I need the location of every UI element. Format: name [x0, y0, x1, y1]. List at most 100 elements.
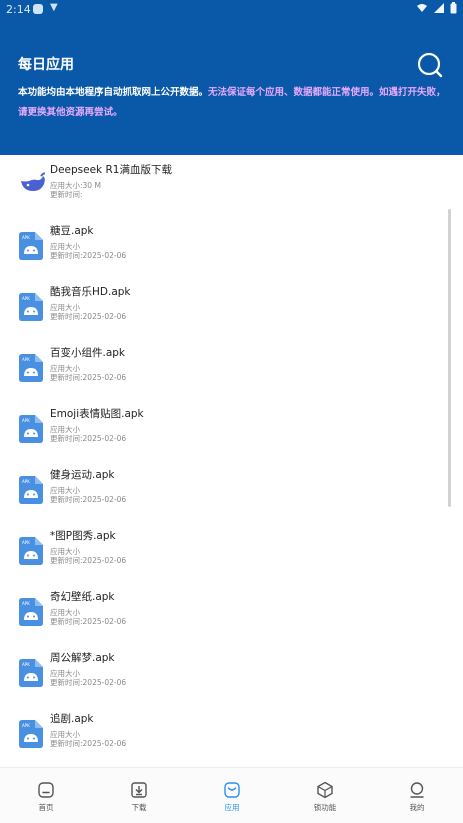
system-icons [416, 2, 457, 14]
list-item[interactable]: APK 周公解梦.apk 应用大小 更新时间:2025-02-06 [0, 643, 463, 704]
app-update-time: 更新时间: [50, 189, 83, 200]
app-name: 周公解梦.apk [50, 652, 115, 664]
list-item[interactable]: APK 健身运动.apk 应用大小 更新时间:2025-02-06 [0, 460, 463, 521]
list-item[interactable]: APK *图P图秀.apk 应用大小 更新时间:2025-02-06 [0, 521, 463, 582]
nav-label: 首页 [38, 803, 54, 812]
apk-android-icon: APK [19, 476, 43, 504]
list-item[interactable]: APK Emoji表情贴图.apk 应用大小 更新时间:2025-02-06 [0, 399, 463, 460]
app-date-label: 更新时间: [50, 556, 83, 565]
search-button[interactable] [417, 52, 443, 78]
whale-logo-icon [21, 172, 45, 191]
svg-text:APK: APK [22, 235, 30, 240]
nav-item-home[interactable]: 首页 [0, 768, 92, 823]
apk-android-icon: APK [19, 537, 43, 565]
app-date-label: 更新时间: [50, 434, 83, 443]
app-screen: 2:14 ▼ 每日应用 本功能均由本地程序自动抓取网上公开数据。无法保证每个应用… [0, 0, 463, 823]
apk-android-icon: APK [19, 415, 43, 443]
app-date-value: 2025-02-06 [82, 739, 127, 748]
app-date-value: 2025-02-06 [82, 556, 127, 565]
app-date-value: 2025-02-06 [82, 251, 127, 260]
app-date-value: 2025-02-06 [82, 617, 127, 626]
app-date-label: 更新时间: [50, 190, 83, 199]
nav-item-apps[interactable]: 应用 [186, 768, 278, 823]
list-scrollbar[interactable] [448, 209, 451, 507]
app-date-value: 2025-02-06 [82, 312, 127, 321]
list-item[interactable]: Deepseek R1满血版下载 应用大小:30 M 更新时间: [0, 155, 463, 216]
app-date-value: 2025-02-06 [82, 434, 127, 443]
list-item[interactable]: APK 百变小组件.apk 应用大小 更新时间:2025-02-06 [0, 338, 463, 399]
status-bar: 2:14 ▼ [0, 0, 463, 19]
app-update-time: 更新时间:2025-02-06 [50, 250, 126, 261]
battery-icon [450, 2, 457, 14]
svg-text:APK: APK [22, 723, 30, 728]
app-date-label: 更新时间: [50, 678, 83, 687]
app-name: 追剧.apk [50, 713, 94, 725]
app-size-value: :30 M [80, 181, 101, 190]
apk-android-icon: APK [19, 354, 43, 382]
app-update-time: 更新时间:2025-02-06 [50, 616, 126, 627]
apk-android-icon: APK [19, 720, 43, 748]
nav-label: 下载 [131, 803, 147, 812]
app-name: 酷我音乐HD.apk [50, 286, 131, 298]
wifi-icon [417, 4, 427, 12]
page-header: 每日应用 本功能均由本地程序自动抓取网上公开数据。无法保证每个应用、数据都能正常… [0, 19, 463, 155]
nav-label: 我的 [409, 803, 425, 812]
list-item[interactable]: APK 酷我音乐HD.apk 应用大小 更新时间:2025-02-06 [0, 277, 463, 338]
app-date-value: 2025-02-06 [82, 373, 127, 382]
app-date-label: 更新时间: [50, 739, 83, 748]
app-update-time: 更新时间:2025-02-06 [50, 738, 126, 749]
app-date-label: 更新时间: [50, 617, 83, 626]
download-icon [131, 782, 147, 798]
svg-text:APK: APK [22, 296, 30, 301]
svg-text:APK: APK [22, 601, 30, 606]
app-list: Deepseek R1满血版下载 应用大小:30 M 更新时间: APK 糖豆.… [0, 155, 463, 767]
apk-android-icon: APK [19, 659, 43, 687]
app-name: Deepseek R1满血版下载 [50, 164, 172, 176]
list-item[interactable]: APK 奇幻壁纸.apk 应用大小 更新时间:2025-02-06 [0, 582, 463, 643]
nav-item-lock-feature[interactable]: 锁功能 [279, 768, 371, 823]
nav-item-profile[interactable]: 我的 [371, 768, 463, 823]
apk-android-icon: APK [19, 232, 43, 260]
svg-text:APK: APK [22, 418, 30, 423]
app-name: *图P图秀.apk [50, 530, 116, 542]
cube-icon [317, 781, 333, 799]
list-item[interactable]: APK 糖豆.apk 应用大小 更新时间:2025-02-06 [0, 216, 463, 277]
app-date-label: 更新时间: [50, 495, 83, 504]
status-time: 2:14 [6, 3, 31, 16]
svg-text:APK: APK [22, 479, 30, 484]
apk-android-icon: APK [19, 598, 43, 626]
svg-text:APK: APK [22, 357, 30, 362]
app-update-time: 更新时间:2025-02-06 [50, 433, 126, 444]
home-icon [38, 782, 54, 798]
page-title: 每日应用 [18, 57, 74, 73]
apk-android-icon: APK [19, 293, 43, 321]
app-update-time: 更新时间:2025-02-06 [50, 677, 126, 688]
nav-label: 应用 [224, 803, 240, 812]
notice-main-text: 本功能均由本地程序自动抓取网上公开数据。 [18, 87, 209, 98]
profile-icon [410, 782, 424, 798]
app-update-time: 更新时间:2025-02-06 [50, 555, 126, 566]
app-date-value: 2025-02-06 [82, 495, 127, 504]
signal-icon [434, 3, 444, 13]
svg-text:APK: APK [22, 662, 30, 667]
notification-icon: ▼ [50, 2, 58, 13]
app-update-time: 更新时间:2025-02-06 [50, 311, 126, 322]
app-date-label: 更新时间: [50, 373, 83, 382]
disclaimer-notice: 本功能均由本地程序自动抓取网上公开数据。无法保证每个应用、数据都能正常使用。如遇… [18, 83, 448, 123]
app-name: Emoji表情贴图.apk [50, 408, 144, 420]
app-date-value: 2025-02-06 [82, 678, 127, 687]
app-update-time: 更新时间:2025-02-06 [50, 494, 126, 505]
svg-text:APK: APK [22, 540, 30, 545]
app-name: 奇幻壁纸.apk [50, 591, 115, 603]
app-update-time: 更新时间:2025-02-06 [50, 372, 126, 383]
nav-label: 锁功能 [313, 803, 337, 812]
nav-item-download[interactable]: 下载 [93, 768, 185, 823]
apps-icon [224, 782, 240, 798]
app-name: 百变小组件.apk [50, 347, 126, 359]
app-name: 健身运动.apk [50, 469, 115, 481]
bottom-nav: 首页 下载 应用 锁功能 我的 [0, 767, 463, 823]
app-name: 糖豆.apk [50, 225, 94, 237]
list-item[interactable]: APK 追剧.apk 应用大小 更新时间:2025-02-06 [0, 704, 463, 765]
app-date-label: 更新时间: [50, 251, 83, 260]
app-notification-icon [33, 4, 43, 14]
